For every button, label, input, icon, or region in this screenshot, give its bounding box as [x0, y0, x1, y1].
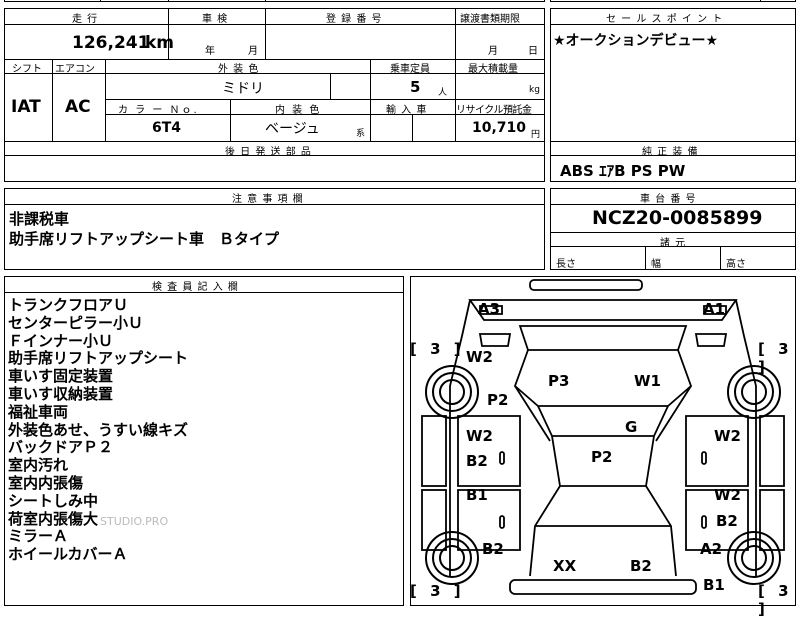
dimensions-label: 諸 元: [660, 238, 687, 249]
chassis-label: 車 台 番 号: [640, 194, 697, 205]
recycle-label: リサイクル預託金: [456, 105, 532, 116]
divider: [720, 246, 721, 270]
divider: [330, 73, 331, 99]
divider: [645, 246, 646, 270]
damage-mark: A3: [478, 300, 501, 318]
rule: [105, 99, 545, 100]
damage-mark: W2: [466, 427, 493, 445]
later-parts-label: 後 日 発 送 部 品: [225, 147, 312, 158]
interior-color-value: ベージュ: [265, 121, 320, 137]
watermark: STUDIO.PRO: [100, 515, 169, 528]
exterior-color-label: 外 装 色: [218, 64, 260, 75]
damage-mark: G: [625, 418, 638, 436]
damage-mark: A2: [700, 540, 723, 558]
genuine-equipment-value: ABS ｴｱB PS PW: [560, 162, 686, 180]
damage-mark: B2: [630, 557, 652, 575]
damage-mark: B1: [703, 576, 725, 594]
divider: [455, 8, 456, 59]
divider: [455, 59, 456, 141]
capacity-value: 5: [410, 78, 421, 96]
damage-mark: XX: [553, 557, 577, 575]
inspection-label: 車 検: [202, 14, 229, 25]
damage-mark: P2: [591, 448, 613, 466]
divider: [265, 0, 266, 2]
genuine-equipment-label: 純 正 装 備: [642, 147, 699, 158]
damage-mark: W2: [714, 486, 741, 504]
color-no-value: 6T4: [152, 120, 182, 136]
damage-mark: B2: [466, 452, 488, 470]
tire-tread-mark: [ 3 ]: [410, 582, 465, 600]
notes-label: 注 意 事 項 欄: [232, 194, 304, 205]
recycle-unit: 円: [531, 130, 541, 140]
transfer-docs-label: 譲渡書類期限: [460, 14, 520, 25]
rule: [4, 141, 545, 142]
mileage-value: 126,241: [72, 33, 150, 53]
sales-point-text: ★オークションデビュー★: [553, 33, 719, 49]
dimensions-width: 幅: [651, 259, 661, 270]
divider: [370, 59, 371, 141]
capacity-unit: 人: [438, 88, 448, 98]
rule: [550, 141, 796, 142]
aircon-value: AC: [65, 97, 91, 117]
recycle-value: 10,710: [472, 120, 527, 136]
interior-color-label: 内 装 色: [275, 105, 322, 116]
tire-tread-mark: [ 3 ]: [758, 582, 793, 618]
divider: [230, 99, 231, 141]
aircon-label: エアコン: [55, 64, 95, 75]
import-label: 輸 入 車: [386, 105, 428, 116]
notes-line-2: 助手席リフトアップシート車 Ｂタイプ: [9, 230, 280, 248]
divider: [168, 0, 169, 2]
max-load-label: 最大積載量: [468, 64, 518, 75]
interior-color-suffix: 系: [356, 129, 366, 139]
damage-mark: B2: [716, 512, 738, 530]
divider: [100, 0, 101, 2]
registration-label: 登 録 番 号: [326, 14, 383, 25]
mileage-unit: km: [145, 33, 175, 53]
damage-mark: W1: [634, 372, 661, 390]
tire-tread-mark: [ 3 ]: [758, 340, 793, 376]
capacity-label: 乗車定員: [390, 64, 430, 75]
mileage-label: 走 行: [72, 14, 99, 25]
divider: [760, 0, 761, 2]
damage-mark: W2: [466, 348, 493, 366]
inspector-label: 検 査 員 記 入 欄: [152, 282, 239, 293]
inspector-line: ホイールカバーＡ: [8, 545, 128, 564]
top-partial-row: [4, 0, 545, 2]
transfer-month: 月: [488, 46, 498, 57]
tire-tread-mark: [ 3 ]: [410, 340, 465, 358]
damage-mark: P3: [548, 372, 570, 390]
divider: [105, 59, 106, 141]
max-load-unit: kg: [529, 85, 540, 95]
inspection-month: 月: [248, 46, 258, 57]
exterior-color-value: ミドリ: [222, 81, 264, 97]
damage-mark: B2: [482, 540, 504, 558]
inspection-year: 年: [205, 46, 215, 57]
divider: [412, 114, 413, 141]
shift-value: IAT: [11, 97, 41, 117]
notes-line-1: 非課税車: [9, 210, 70, 228]
damage-mark: P2: [487, 391, 509, 409]
divider: [265, 8, 266, 59]
divider: [52, 59, 53, 141]
chassis-value: NCZ20-0085899: [592, 207, 763, 229]
dimensions-length: 長さ: [556, 259, 576, 270]
shift-label: シフト: [12, 64, 42, 75]
color-no-label: カ ラ ー Ｎｏ.: [118, 105, 199, 116]
damage-mark: A1: [703, 300, 726, 318]
transfer-day: 日: [528, 46, 538, 57]
dimensions-height: 高さ: [726, 259, 746, 270]
rule: [550, 232, 796, 233]
damage-mark: B1: [466, 486, 488, 504]
sales-point-label: セ ー ル ス ポ イ ン ト: [606, 14, 724, 25]
damage-mark: W2: [714, 427, 741, 445]
